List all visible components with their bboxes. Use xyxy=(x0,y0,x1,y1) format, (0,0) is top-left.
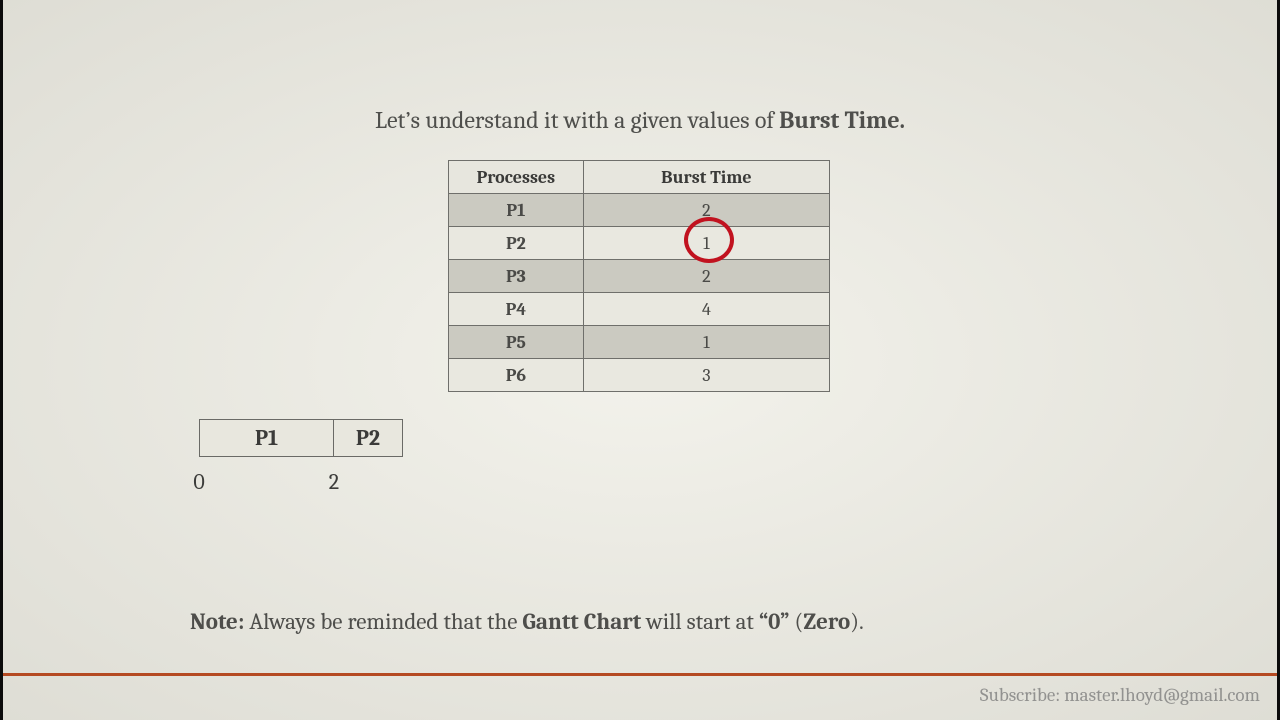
cell-burst: 2 xyxy=(583,260,829,293)
cell-process: P6 xyxy=(449,359,584,392)
cell-burst: 1 xyxy=(583,227,829,260)
col-header-burst: Burst Time xyxy=(583,161,829,194)
burst-time-table: Processes Burst Time P12 P21 P32 P44 P51… xyxy=(448,160,830,392)
gantt-ticks: 0 2 xyxy=(199,469,403,499)
footer-divider xyxy=(3,673,1277,676)
heading-pre: Let’s understand it with a given values … xyxy=(375,106,779,134)
gantt-cell-p2: P2 xyxy=(333,419,403,457)
cell-process: P1 xyxy=(449,194,584,227)
table-row: P63 xyxy=(449,359,830,392)
cell-process: P5 xyxy=(449,326,584,359)
note-text: will start at xyxy=(641,608,759,635)
cell-process: P2 xyxy=(449,227,584,260)
table-row: P44 xyxy=(449,293,830,326)
col-header-process: Processes xyxy=(449,161,584,194)
slide-heading: Let’s understand it with a given values … xyxy=(0,106,1280,134)
cell-burst: 3 xyxy=(583,359,829,392)
heading-bold: Burst Time. xyxy=(779,106,905,134)
cell-process: P3 xyxy=(449,260,584,293)
table-header-row: Processes Burst Time xyxy=(449,161,830,194)
subscribe-text: Subscribe: master.lhoyd@gmail.com xyxy=(980,684,1260,706)
table-row: P51 xyxy=(449,326,830,359)
gantt-chart: P1 P2 0 2 xyxy=(199,419,403,499)
cell-burst: 4 xyxy=(583,293,829,326)
note-lead: Note: xyxy=(190,608,244,635)
cell-process: P4 xyxy=(449,293,584,326)
note-line: Note: Always be reminded that the Gantt … xyxy=(190,608,864,635)
gantt-row: P1 P2 xyxy=(199,419,403,457)
note-text: ). xyxy=(850,608,864,635)
cell-burst: 1 xyxy=(583,326,829,359)
note-text: ( xyxy=(790,608,804,635)
table-row: P12 xyxy=(449,194,830,227)
table-row: P21 xyxy=(449,227,830,260)
gantt-tick: 2 xyxy=(329,469,339,495)
gantt-cell-p1: P1 xyxy=(199,419,334,457)
note-bold: Gantt Chart xyxy=(522,608,641,635)
note-bold: “0” xyxy=(759,608,790,635)
note-text: Always be reminded that the xyxy=(244,608,522,635)
table-row: P32 xyxy=(449,260,830,293)
note-bold: Zero xyxy=(803,608,850,635)
gantt-tick: 0 xyxy=(193,469,204,495)
cell-burst: 2 xyxy=(583,194,829,227)
